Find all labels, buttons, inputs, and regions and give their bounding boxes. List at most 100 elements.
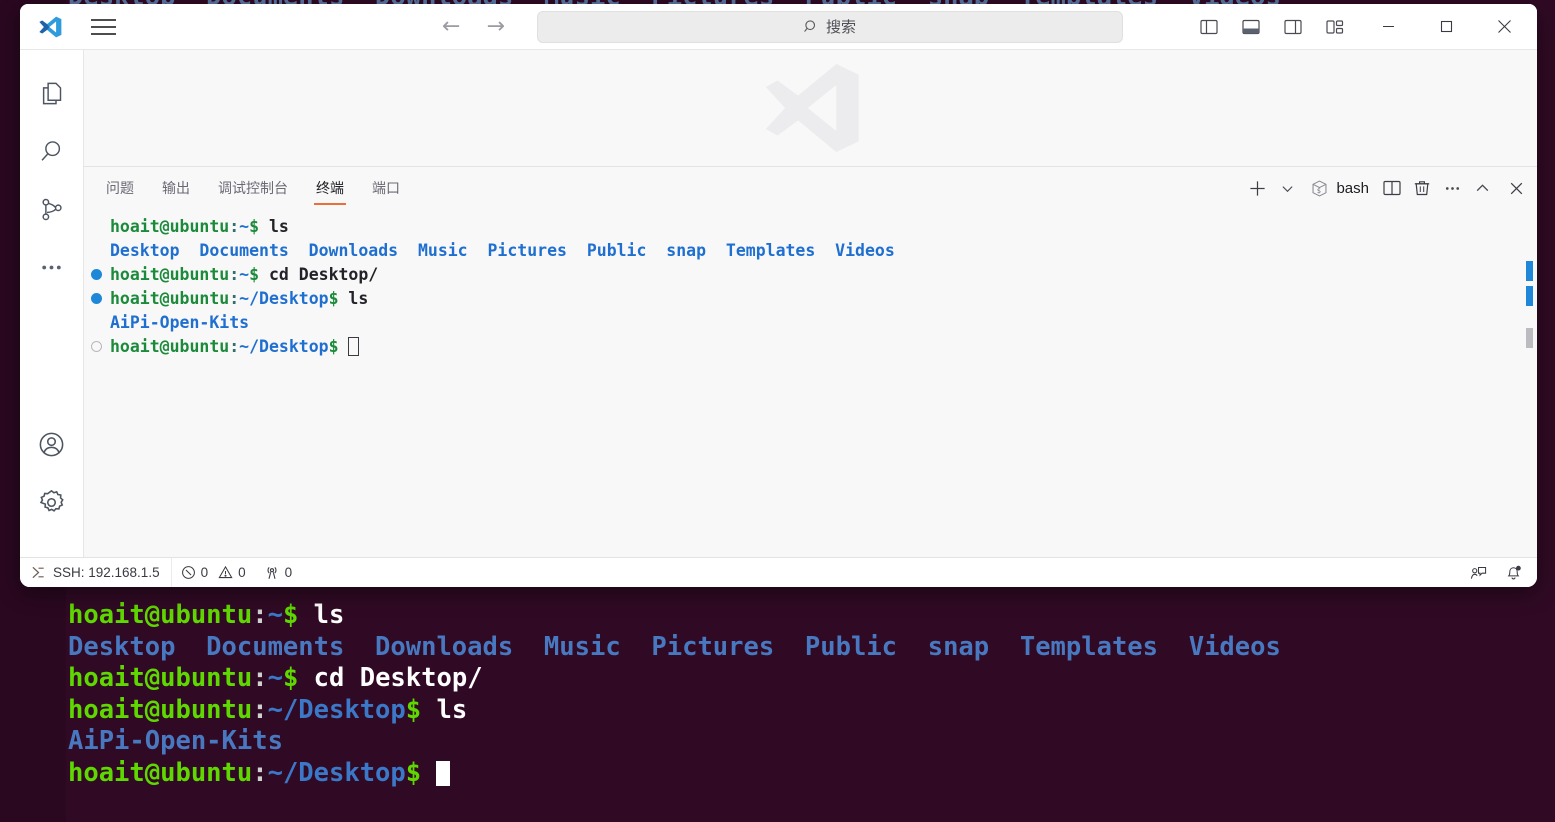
terminal-line: Desktop Documents Downloads Music Pictur… <box>110 239 1515 263</box>
command-decoration-success[interactable] <box>91 269 102 280</box>
background-terminal-span: : <box>252 600 268 630</box>
remote-host-indicator[interactable]: SSH: 192.168.1.5 <box>20 557 172 587</box>
customize-layout-button[interactable] <box>1321 13 1349 41</box>
sidebar-item-more-views[interactable] <box>20 238 84 296</box>
ports-count: 0 <box>284 565 293 580</box>
status-bar: SSH: 192.168.1.5 0 0 0 <box>20 557 1537 587</box>
minimize-button[interactable] <box>1359 5 1417 49</box>
radio-tower-icon <box>264 565 280 581</box>
background-terminal-span: ~/Desktop <box>267 757 406 788</box>
terminal-span: ~ <box>239 265 250 284</box>
status-ports[interactable]: 0 <box>255 558 302 588</box>
terminal-tab-bash[interactable]: $ bash <box>1304 179 1375 198</box>
background-terminal-line: hoait@ubuntu:~$ cd Desktop/ <box>68 663 1281 695</box>
background-terminal-span: ls <box>298 600 345 630</box>
terminal-span: hoait@ubuntu <box>110 289 230 308</box>
terminal-output: hoait@ubuntu:~$ ls Desktop Documents Down… <box>110 215 1515 359</box>
terminal-directory-list: Desktop Documents Downloads Music Pictur… <box>110 241 895 260</box>
background-terminal-span: ~ <box>267 600 283 630</box>
terminal-command-decorations <box>84 209 110 557</box>
terminal-span: : <box>229 289 240 308</box>
notifications-button[interactable] <box>1496 558 1531 588</box>
sidebar-item-explorer[interactable] <box>20 64 84 122</box>
background-terminal-span: AiPi-Open-Kits <box>68 726 283 756</box>
search-input[interactable]: 搜索 <box>537 10 1123 43</box>
error-icon <box>181 565 196 580</box>
command-decoration-current[interactable] <box>91 341 102 352</box>
toggle-secondary-sidebar-button[interactable] <box>1279 13 1307 41</box>
main-column: 问题 输出 调试控制台 终端 端口 $ bash hoait@ubuntu:~$… <box>84 50 1537 557</box>
background-terminal-line: hoait@ubuntu:~/Desktop$ <box>68 758 1281 790</box>
sidebar-item-accounts[interactable] <box>20 415 84 473</box>
overview-ruler-mark <box>1526 286 1533 306</box>
background-terminal-span: $ <box>405 757 422 788</box>
background-terminal-span: $ <box>282 600 299 630</box>
terminal-span: : <box>229 217 240 236</box>
terminal-span: : <box>229 265 240 284</box>
terminal-span: ls <box>338 289 369 308</box>
tab-debug-console[interactable]: 调试控制台 <box>204 167 302 209</box>
new-terminal-button[interactable] <box>1244 173 1270 203</box>
terminal-span: : <box>229 337 240 356</box>
terminal-span <box>339 337 349 356</box>
background-terminal-span: hoait@ubuntu <box>68 600 253 630</box>
background-terminal-span: : <box>252 694 268 725</box>
background-terminal-span: cd Desktop/ <box>298 663 483 693</box>
vscode-window: ← → 搜索 问题 输出 调试控制台 终端 端口 $ bash hoait@ub… <box>20 4 1537 587</box>
overview-ruler-mark <box>1526 261 1533 281</box>
terminal-span: ~/Desktop <box>239 337 329 356</box>
sidebar-item-settings[interactable] <box>20 473 84 531</box>
navigation-arrows: ← → <box>442 15 505 38</box>
terminal-span: hoait@ubuntu <box>110 265 230 284</box>
panel-header: 问题 输出 调试控制台 终端 端口 $ bash <box>84 167 1537 209</box>
panel-actions: $ bash <box>1244 173 1529 203</box>
panel-more-actions-button[interactable] <box>1439 173 1465 203</box>
status-problems[interactable]: 0 0 <box>172 558 255 588</box>
background-terminal-span: Desktop Documents Downloads Music Pictur… <box>68 631 1281 662</box>
background-terminal-span: hoait@ubuntu <box>68 757 253 788</box>
terminal-span: $ <box>328 289 339 308</box>
new-terminal-dropdown-button[interactable] <box>1274 173 1300 203</box>
warning-icon <box>218 565 233 580</box>
tab-terminal[interactable]: 终端 <box>302 167 358 209</box>
toggle-panel-button[interactable] <box>1237 13 1265 41</box>
background-terminal-line: hoait@ubuntu:~$ ls <box>68 600 1281 632</box>
close-button[interactable] <box>1475 5 1533 49</box>
feedback-button[interactable] <box>1461 558 1496 588</box>
background-terminal-span: ls <box>421 694 468 725</box>
background-terminal-span: ~/Desktop <box>267 694 406 725</box>
ellipsis-icon <box>38 254 65 281</box>
layout-controls <box>1195 13 1349 41</box>
terminal-overview-ruler[interactable] <box>1523 209 1537 557</box>
vscode-logo-icon <box>32 12 68 42</box>
terminal-bash-icon: $ <box>1310 179 1329 198</box>
maximize-panel-button[interactable] <box>1469 173 1495 203</box>
maximize-button[interactable] <box>1417 5 1475 49</box>
window-controls <box>1359 5 1533 49</box>
svg-text:$: $ <box>1317 186 1321 194</box>
sidebar-item-source-control[interactable] <box>20 180 84 238</box>
command-decoration-success[interactable] <box>91 293 102 304</box>
nav-forward-icon[interactable]: → <box>486 15 504 38</box>
terminal-span: hoait@ubuntu <box>110 217 230 236</box>
hamburger-menu-icon[interactable] <box>86 12 120 42</box>
background-terminal-line: AiPi-Open-Kits <box>68 726 1281 758</box>
error-count: 0 <box>200 565 209 580</box>
nav-back-icon[interactable]: ← <box>442 15 460 38</box>
terminal-line: hoait@ubuntu:~/Desktop$ <box>110 335 1515 359</box>
background-terminal-span: $ <box>282 663 299 693</box>
account-icon <box>37 430 66 459</box>
warning-count: 0 <box>238 565 246 580</box>
background-terminal-span: $ <box>405 694 422 725</box>
kill-terminal-button[interactable] <box>1409 173 1435 203</box>
toggle-primary-sidebar-button[interactable] <box>1195 13 1223 41</box>
tab-ports[interactable]: 端口 <box>358 167 414 209</box>
tab-problems[interactable]: 问题 <box>92 167 148 209</box>
terminal-surface[interactable]: hoait@ubuntu:~$ ls Desktop Documents Down… <box>84 209 1537 557</box>
close-panel-button[interactable] <box>1503 173 1529 203</box>
background-terminal-span: hoait@ubuntu <box>68 663 253 693</box>
tab-output[interactable]: 输出 <box>148 167 204 209</box>
split-terminal-button[interactable] <box>1379 173 1405 203</box>
terminal-span: hoait@ubuntu <box>110 337 230 356</box>
sidebar-item-search[interactable] <box>20 122 84 180</box>
